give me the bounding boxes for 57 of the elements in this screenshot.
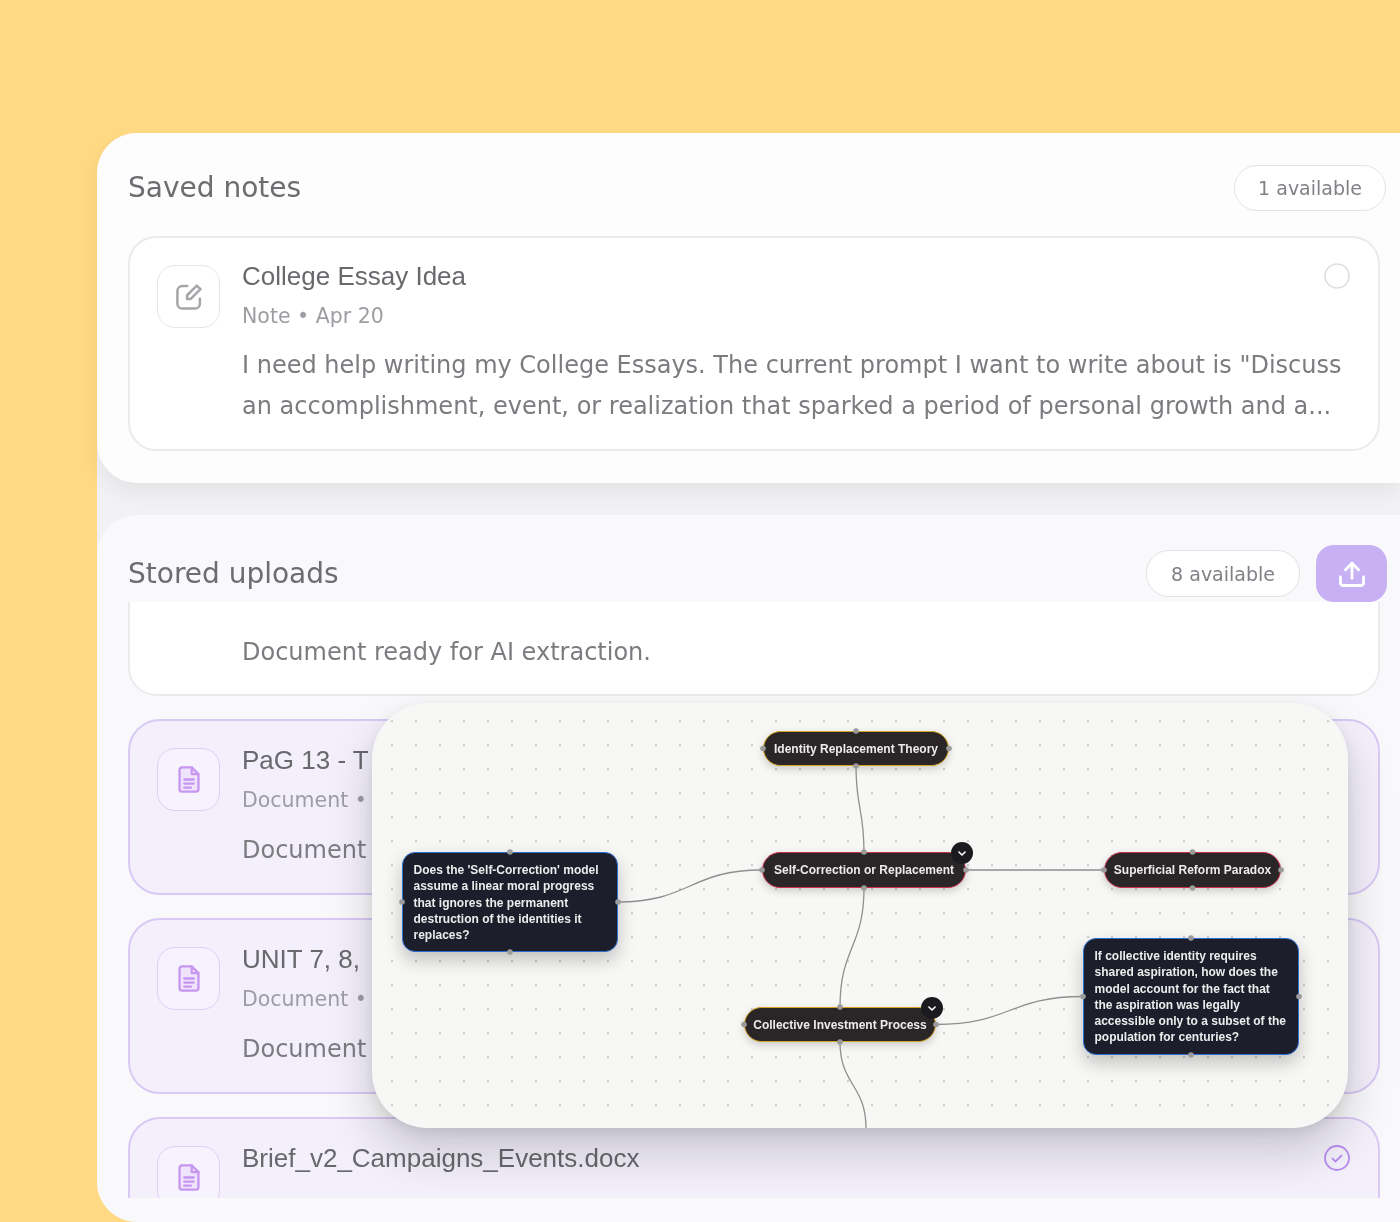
connection-handle-icon[interactable] (507, 949, 513, 955)
upload-icon (1338, 560, 1365, 587)
document-icon (157, 1146, 220, 1198)
document-icon (157, 748, 220, 811)
connection-handle-icon[interactable] (837, 1004, 843, 1010)
connection-handle-icon[interactable] (1278, 867, 1284, 873)
connection-handle-icon[interactable] (861, 885, 867, 891)
upload-meta: Document • (242, 986, 367, 1013)
collapse-button[interactable] (921, 997, 943, 1019)
connection-handle-icon[interactable] (759, 867, 765, 873)
section-title: Saved notes (128, 171, 302, 205)
connection-handle-icon[interactable] (837, 1039, 843, 1045)
connection-handle-icon[interactable] (1101, 867, 1107, 873)
count-pill: 8 available (1146, 550, 1300, 597)
note-title: College Essay Idea (242, 260, 467, 293)
upload-meta: Document • (242, 787, 367, 814)
connection-handle-icon[interactable] (933, 1021, 939, 1028)
upload-card[interactable]: Document ready for AI extraction. (128, 602, 1380, 696)
connection-handle-icon[interactable] (946, 745, 952, 752)
note-description: I need help writing my College Essays. The current prompt I want to write about is "Discuss an accomplishment, event, or realization that sparked a period of personal growth and a... (242, 350, 1343, 422)
connection-handle-icon[interactable] (1080, 993, 1086, 1000)
connection-handle-icon[interactable] (507, 849, 513, 855)
connection-handle-icon[interactable] (853, 728, 859, 734)
upload-description: Document (242, 835, 367, 866)
note-meta: Note • Apr 20 (242, 303, 384, 330)
count-pill: 1 available (1234, 165, 1386, 211)
section-title: Stored uploads (128, 556, 339, 591)
upload-title: UNIT 7, 8, (242, 943, 360, 976)
upload-description: Document (242, 1034, 367, 1065)
note-card[interactable] (128, 236, 1380, 451)
connection-handle-icon[interactable] (1296, 993, 1302, 1000)
upload-title: Brief_v2_Campaigns_Events.docx (242, 1142, 640, 1175)
document-icon (157, 947, 220, 1010)
topic-node[interactable]: Collective Investment Process (744, 1007, 936, 1042)
topic-node[interactable]: Superficial Reform Paradox (1104, 852, 1281, 888)
note-edit-icon (157, 265, 220, 328)
upload-description: Document ready for AI extraction. (242, 637, 651, 668)
connection-handle-icon[interactable] (1188, 1052, 1194, 1058)
topic-node[interactable]: Identity Replacement Theory (763, 731, 949, 766)
upload-title: PaG 13 - T (242, 744, 369, 777)
connection-handle-icon[interactable] (1189, 849, 1196, 855)
connection-handle-icon[interactable] (1189, 885, 1196, 891)
collapse-button[interactable] (951, 842, 973, 864)
connection-handle-icon[interactable] (853, 763, 859, 769)
connection-handle-icon[interactable] (1188, 935, 1194, 941)
question-node[interactable]: Does the 'Self-Correction' model assume a linear moral progress that ignores the permanent destruction of the identities it replaces? (402, 852, 618, 952)
connection-handle-icon[interactable] (399, 899, 405, 905)
connection-handle-icon[interactable] (741, 1021, 747, 1028)
connection-handle-icon[interactable] (861, 849, 867, 855)
connection-handle-icon[interactable] (963, 867, 969, 873)
chevron-down-icon (958, 850, 966, 856)
connection-handle-icon[interactable] (615, 899, 621, 905)
question-node[interactable]: If collective identity requires shared aspiration, how does the model account for the fact that the aspiration was legally accessible only to a subset of the population for centuries? (1083, 938, 1299, 1055)
chevron-down-icon (928, 1005, 936, 1011)
connection-handle-icon[interactable] (760, 745, 766, 752)
topic-node[interactable]: Self-Correction or Replacement (762, 852, 966, 888)
check-circle-icon[interactable] (1324, 1145, 1350, 1171)
